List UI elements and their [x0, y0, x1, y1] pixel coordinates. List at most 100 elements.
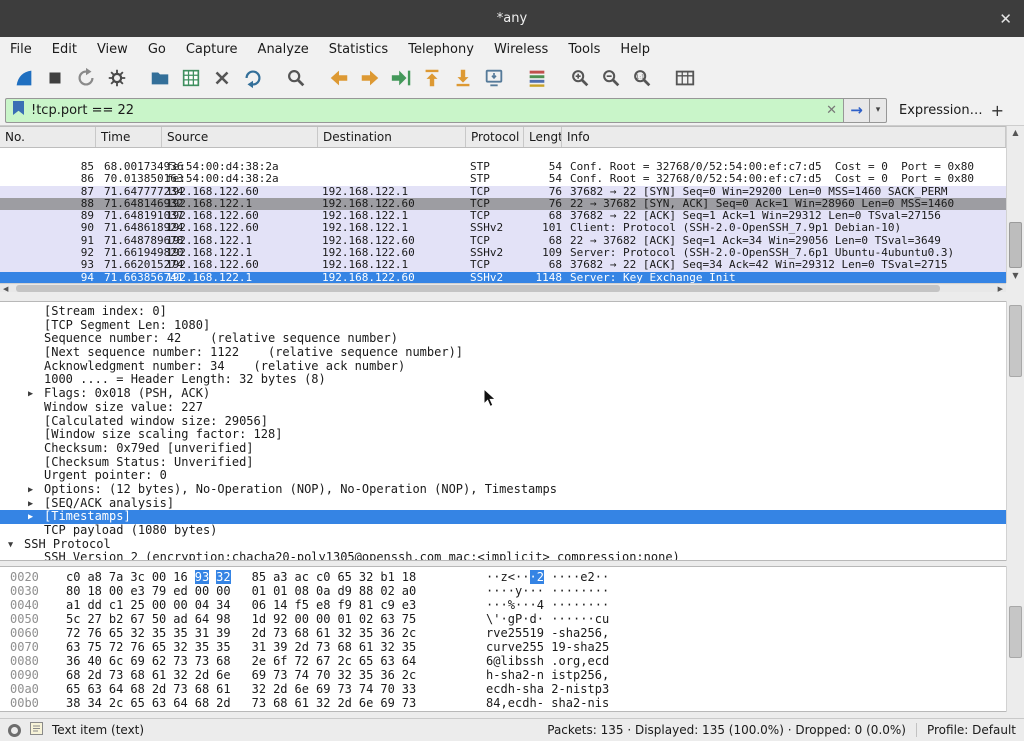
scrollbar-thumb[interactable]	[1009, 222, 1022, 268]
column-header-protocol[interactable]: Protocol	[466, 127, 524, 147]
hex-row[interactable]: 00b038342c656364682d736861322d6e697384,e…	[0, 696, 1006, 710]
hex-row[interactable]: 0030801800e379ed00000101080ad98802a0····…	[0, 584, 1006, 598]
capture-comment-icon[interactable]	[29, 721, 44, 739]
packet-list-vertical-scrollbar[interactable]: ▲ ▼	[1006, 126, 1024, 283]
restart-capture-button[interactable]	[70, 64, 101, 93]
resize-columns-button[interactable]	[669, 64, 700, 93]
scrollbar-thumb[interactable]	[1009, 606, 1022, 658]
collapsed-arrow-icon[interactable]: ▶	[28, 511, 33, 524]
packet-list-horizontal-scrollbar[interactable]: ◀ ▶	[0, 283, 1006, 292]
packet-row[interactable]: 9071.648618924192.168.122.60192.168.122.…	[0, 222, 1006, 234]
zoom-out-button[interactable]	[595, 64, 626, 93]
detail-line[interactable]: Urgent pointer: 0	[0, 469, 1006, 483]
hex-vertical-scrollbar[interactable]	[1006, 566, 1024, 712]
filter-expression-button[interactable]: Expression…	[899, 103, 983, 118]
packet-row[interactable]: 9271.661949820192.168.122.1192.168.122.6…	[0, 247, 1006, 259]
hex-row[interactable]: 006072766532353531392d7368613235362crve2…	[0, 626, 1006, 640]
column-header-no[interactable]: No.	[0, 127, 96, 147]
filter-add-button[interactable]: +	[984, 101, 1011, 120]
column-header-length[interactable]: Length	[524, 127, 562, 147]
detail-line[interactable]: ▼SSH Protocol	[0, 538, 1006, 552]
menu-item-analyze[interactable]: Analyze	[248, 37, 319, 61]
start-capture-button[interactable]	[8, 64, 39, 93]
detail-line[interactable]: ▶[SEQ/ACK analysis]	[0, 497, 1006, 511]
detail-line[interactable]: 1000 .... = Header Length: 32 bytes (8)	[0, 373, 1006, 387]
column-header-destination[interactable]: Destination	[318, 127, 466, 147]
hex-row[interactable]: 00a0656364682d736861322d6e6973747033ecdh…	[0, 682, 1006, 696]
menu-item-help[interactable]: Help	[610, 37, 660, 61]
stop-capture-button[interactable]	[39, 64, 70, 93]
hex-row[interactable]: 0070637572766532353531392d7368613235curv…	[0, 640, 1006, 654]
packet-row[interactable]: 9371.662015274192.168.122.60192.168.122.…	[0, 259, 1006, 271]
scroll-right-icon[interactable]: ▶	[998, 284, 1003, 293]
detail-line[interactable]: [Calculated window size: 29056]	[0, 415, 1006, 429]
reload-file-button[interactable]	[237, 64, 268, 93]
go-to-packet-button[interactable]	[385, 64, 416, 93]
detail-line[interactable]: [TCP Segment Len: 1080]	[0, 319, 1006, 333]
detail-line[interactable]: ▶Flags: 0x018 (PSH, ACK)	[0, 387, 1006, 401]
open-file-button[interactable]	[144, 64, 175, 93]
packet-row[interactable]: 9471.663856741192.168.122.1192.168.122.6…	[0, 272, 1006, 283]
packet-row[interactable]: 8670.013850163fe:54:00:d4:38:2aSTP54Conf…	[0, 173, 1006, 185]
collapsed-arrow-icon[interactable]: ▶	[28, 388, 33, 401]
status-profile[interactable]: Profile: Default	[927, 723, 1016, 737]
scroll-left-icon[interactable]: ◀	[3, 284, 8, 293]
detail-line[interactable]: Sequence number: 42 (relative sequence n…	[0, 332, 1006, 346]
scrollbar-thumb[interactable]	[1009, 305, 1022, 377]
filter-text[interactable]: !tcp.port == 22	[31, 103, 820, 118]
display-filter-input[interactable]: !tcp.port == 22 ✕	[5, 98, 843, 123]
expert-info-icon[interactable]	[8, 724, 21, 737]
detail-line[interactable]: ▶[Timestamps]	[0, 510, 1006, 524]
menu-item-capture[interactable]: Capture	[176, 37, 248, 61]
menu-item-telephony[interactable]: Telephony	[398, 37, 484, 61]
menu-item-edit[interactable]: Edit	[42, 37, 87, 61]
capture-options-button[interactable]	[101, 64, 132, 93]
zoom-100-button[interactable]: 1:1	[626, 64, 657, 93]
hex-row[interactable]: 0090682d736861322d6e697374703235362ch-sh…	[0, 668, 1006, 682]
close-file-button[interactable]	[206, 64, 237, 93]
detail-line[interactable]: Acknowledgment number: 34 (relative ack …	[0, 360, 1006, 374]
menu-item-file[interactable]: File	[0, 37, 42, 61]
menu-item-go[interactable]: Go	[138, 37, 176, 61]
colorize-packets-button[interactable]	[521, 64, 552, 93]
filter-history-caret[interactable]: ▾	[870, 98, 887, 123]
go-to-top-button[interactable]	[416, 64, 447, 93]
scroll-down-icon[interactable]: ▼	[1007, 271, 1024, 281]
zoom-in-button[interactable]	[564, 64, 595, 93]
detail-line[interactable]: Checksum: 0x79ed [unverified]	[0, 442, 1006, 456]
scrollbar-thumb[interactable]	[16, 285, 940, 292]
packet-row[interactable]: 9171.648789678192.168.122.1192.168.122.6…	[0, 235, 1006, 247]
menu-item-wireless[interactable]: Wireless	[484, 37, 558, 61]
detail-line[interactable]: [Next sequence number: 1122 (relative se…	[0, 346, 1006, 360]
hex-row[interactable]: 008036406c69627373682e6f72672c6563646@li…	[0, 654, 1006, 668]
collapsed-arrow-icon[interactable]: ▶	[28, 498, 33, 511]
go-to-bottom-button[interactable]	[447, 64, 478, 93]
hex-row[interactable]: 0040a1ddc125000004340614f5e8f981c9e3···%…	[0, 598, 1006, 612]
close-window-button[interactable]: ✕	[999, 0, 1012, 37]
packet-row[interactable]: 8771.647777234192.168.122.60192.168.122.…	[0, 186, 1006, 198]
scroll-up-icon[interactable]: ▲	[1007, 128, 1024, 138]
packet-row[interactable]: 8568.001734936fe:54:00:d4:38:2aSTP54Conf…	[0, 161, 1006, 173]
clear-filter-icon[interactable]: ✕	[826, 103, 837, 118]
detail-line[interactable]: [Window size scaling factor: 128]	[0, 428, 1006, 442]
column-header-info[interactable]: Info	[562, 127, 1006, 147]
detail-line[interactable]: ▶Options: (12 bytes), No-Operation (NOP)…	[0, 483, 1006, 497]
detail-line[interactable]: [Checksum Status: Unverified]	[0, 456, 1006, 470]
menu-item-tools[interactable]: Tools	[558, 37, 610, 61]
hex-row[interactable]: 0020c0a87a3c0016933285a3acc06532b118··z<…	[0, 570, 1006, 584]
menu-item-view[interactable]: View	[87, 37, 138, 61]
go-back-button[interactable]	[323, 64, 354, 93]
bookmark-icon[interactable]	[12, 100, 25, 120]
column-header-time[interactable]: Time	[96, 127, 162, 147]
detail-line[interactable]: [Stream index: 0]	[0, 305, 1006, 319]
find-packet-button[interactable]	[280, 64, 311, 93]
save-file-button[interactable]	[175, 64, 206, 93]
collapsed-arrow-icon[interactable]: ▶	[28, 484, 33, 497]
hex-row[interactable]: 00505c27b26750ad64981d92000001026375\'·g…	[0, 612, 1006, 626]
detail-line[interactable]: TCP payload (1080 bytes)	[0, 524, 1006, 538]
expanded-arrow-icon[interactable]: ▼	[8, 539, 13, 552]
menu-item-statistics[interactable]: Statistics	[319, 37, 398, 61]
column-header-source[interactable]: Source	[162, 127, 318, 147]
detail-line[interactable]: Window size value: 227	[0, 401, 1006, 415]
detail-vertical-scrollbar[interactable]	[1006, 301, 1024, 561]
